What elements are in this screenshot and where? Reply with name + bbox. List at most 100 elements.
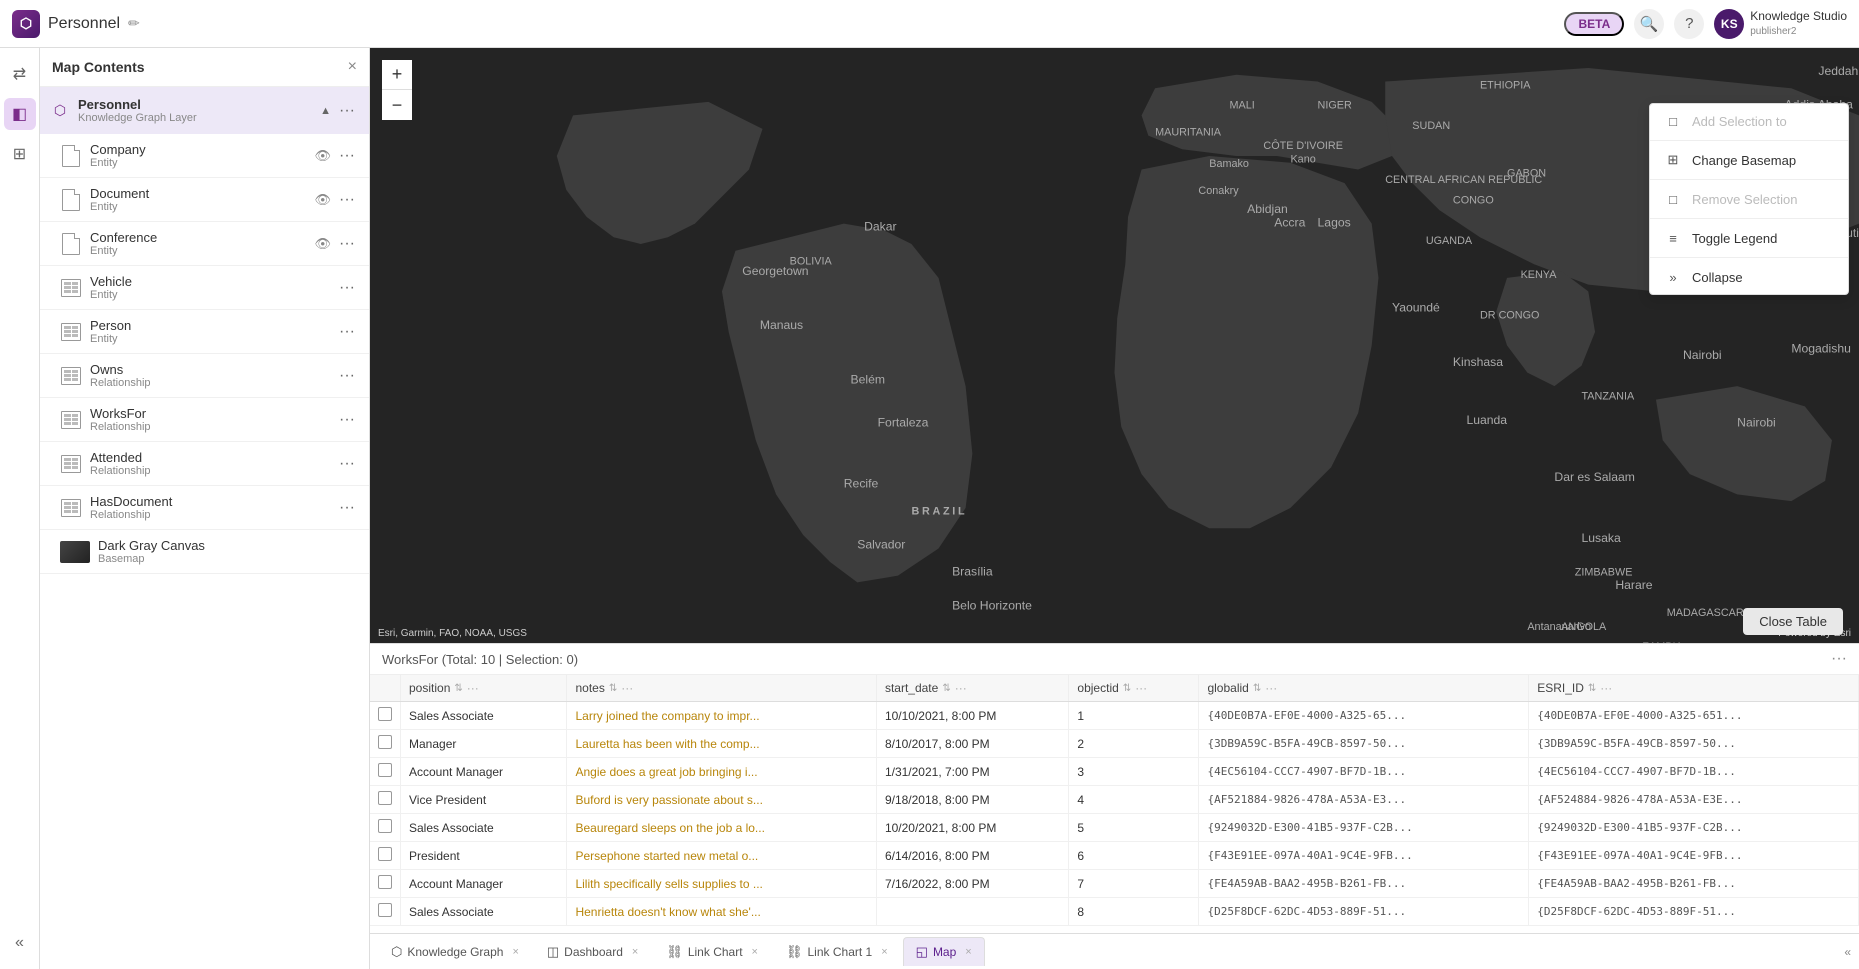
notes-sort-icon[interactable]: ⇅ bbox=[609, 683, 617, 694]
owns-more-button[interactable]: ··· bbox=[335, 365, 359, 387]
cell-objectid: 3 bbox=[1069, 758, 1199, 786]
sidebar-close-button[interactable]: × bbox=[348, 58, 357, 76]
svg-text:Kinshasa: Kinshasa bbox=[1453, 355, 1503, 369]
table-row[interactable]: Account ManagerLilith specifically sells… bbox=[370, 870, 1859, 898]
start_date-sort-icon[interactable]: ⇅ bbox=[942, 683, 950, 694]
esri_id-sort-icon[interactable]: ⇅ bbox=[1588, 683, 1596, 694]
person-more-button[interactable]: ··· bbox=[335, 321, 359, 343]
link-chart-1-tab-close[interactable]: × bbox=[881, 946, 887, 958]
topbar-right: BETA 🔍 ? KS Knowledge Studio publisher2 bbox=[1564, 9, 1847, 39]
knowledge-graph-tab-close[interactable]: × bbox=[512, 946, 518, 958]
table-row[interactable]: Sales AssociateBeauregard sleeps on the … bbox=[370, 814, 1859, 842]
cell-esri_id: {F43E91EE-097A-40A1-9C4E-9FB... bbox=[1529, 842, 1859, 870]
layer-group-more-button[interactable]: ··· bbox=[335, 100, 359, 122]
layers-icon[interactable]: ◧ bbox=[4, 98, 36, 130]
document-visibility-button[interactable]: 👁 bbox=[315, 192, 332, 208]
tab-knowledge-graph[interactable]: ⬡ Knowledge Graph × bbox=[378, 937, 532, 966]
tab-map[interactable]: ◱ Map × bbox=[903, 937, 985, 966]
close-table-button[interactable]: Close Table bbox=[1743, 608, 1843, 635]
beta-button[interactable]: BETA bbox=[1564, 12, 1624, 36]
conference-more-button[interactable]: ··· bbox=[335, 233, 359, 255]
user-badge[interactable]: KS Knowledge Studio publisher2 bbox=[1714, 9, 1847, 39]
table-row[interactable]: Account ManagerAngie does a great job br… bbox=[370, 758, 1859, 786]
hasdocument-more-button[interactable]: ··· bbox=[335, 497, 359, 519]
row-checkbox-4[interactable] bbox=[370, 814, 401, 842]
table-icon[interactable]: ⊞ bbox=[4, 138, 36, 170]
company-more-button[interactable]: ··· bbox=[335, 145, 359, 167]
cell-objectid: 7 bbox=[1069, 870, 1199, 898]
position-col-more[interactable]: ··· bbox=[467, 681, 479, 695]
row-checkbox-0[interactable] bbox=[370, 702, 401, 730]
map-canvas[interactable]: Dakar Georgetown Manaus Belém Fortaleza … bbox=[370, 48, 1859, 643]
svg-text:BRAZIL: BRAZIL bbox=[911, 506, 967, 518]
cell-esri_id: {3DB9A59C-B5FA-49CB-8597-50... bbox=[1529, 730, 1859, 758]
company-visibility-button[interactable]: 👁 bbox=[315, 148, 332, 164]
row-checkbox-5[interactable] bbox=[370, 842, 401, 870]
ctx-collapse[interactable]: » Collapse bbox=[1650, 260, 1848, 294]
collapse-sidebar-icon[interactable]: « bbox=[4, 927, 36, 959]
attended-more-button[interactable]: ··· bbox=[335, 453, 359, 475]
tab-link-chart-1[interactable]: ⛓ Link Chart 1 × bbox=[773, 937, 901, 966]
map-tab-label: Map bbox=[933, 945, 956, 959]
layer-item-hasdocument[interactable]: HasDocument Relationship ··· bbox=[40, 486, 369, 530]
svg-text:DR CONGO: DR CONGO bbox=[1480, 309, 1539, 321]
globalid-sort-icon[interactable]: ⇅ bbox=[1253, 683, 1261, 694]
esri_id-col-more[interactable]: ··· bbox=[1600, 681, 1612, 695]
start_date-col-more[interactable]: ··· bbox=[955, 681, 967, 695]
layer-item-person[interactable]: Person Entity ··· bbox=[40, 310, 369, 354]
svg-text:Belo Horizonte: Belo Horizonte bbox=[952, 598, 1032, 612]
vehicle-more-button[interactable]: ··· bbox=[335, 277, 359, 299]
zoom-in-button[interactable]: + bbox=[382, 60, 412, 90]
table-row[interactable]: Sales AssociateLarry joined the company … bbox=[370, 702, 1859, 730]
layer-item-worksfor[interactable]: WorksFor Relationship ··· bbox=[40, 398, 369, 442]
change-basemap-icon: ⊞ bbox=[1664, 151, 1682, 169]
col-header-globalid: globalid⇅··· bbox=[1199, 675, 1529, 702]
table-more-button[interactable]: ··· bbox=[1831, 650, 1847, 668]
search-button[interactable]: 🔍 bbox=[1634, 9, 1664, 39]
layer-item-attended[interactable]: Attended Relationship ··· bbox=[40, 442, 369, 486]
dashboard-tab-close[interactable]: × bbox=[632, 946, 638, 958]
table-row[interactable]: Vice PresidentBuford is very passionate … bbox=[370, 786, 1859, 814]
layer-item-document[interactable]: Document Entity 👁 ··· bbox=[40, 178, 369, 222]
add-selection-label: Add Selection to bbox=[1692, 114, 1787, 129]
table-row[interactable]: Sales AssociateHenrietta doesn't know wh… bbox=[370, 898, 1859, 926]
link-chart-1-tab-icon: ⛓ bbox=[786, 944, 803, 960]
row-checkbox-3[interactable] bbox=[370, 786, 401, 814]
map-tab-close[interactable]: × bbox=[965, 946, 971, 958]
cell-esri_id: {4EC56104-CCC7-4907-BF7D-1B... bbox=[1529, 758, 1859, 786]
table-row[interactable]: ManagerLauretta has been with the comp..… bbox=[370, 730, 1859, 758]
collapse-panel-button[interactable]: « bbox=[1844, 945, 1851, 959]
network-icon[interactable]: ⇄ bbox=[4, 58, 36, 90]
notes-col-more[interactable]: ··· bbox=[621, 681, 633, 695]
layer-item-vehicle[interactable]: Vehicle Entity ··· bbox=[40, 266, 369, 310]
row-checkbox-6[interactable] bbox=[370, 870, 401, 898]
row-checkbox-7[interactable] bbox=[370, 898, 401, 926]
layer-group-header[interactable]: ⬡ Personnel Knowledge Graph Layer ▲ ··· bbox=[40, 87, 369, 134]
worksfor-more-button[interactable]: ··· bbox=[335, 409, 359, 431]
position-sort-icon[interactable]: ⇅ bbox=[454, 683, 462, 694]
link-chart-tab-close[interactable]: × bbox=[752, 946, 758, 958]
layer-item-conference[interactable]: Conference Entity 👁 ··· bbox=[40, 222, 369, 266]
globalid-col-more[interactable]: ··· bbox=[1265, 681, 1277, 695]
conference-visibility-button[interactable]: 👁 bbox=[315, 236, 332, 252]
table-scroll[interactable]: position⇅···notes⇅···start_date⇅···objec… bbox=[370, 675, 1859, 933]
table-row[interactable]: PresidentPersephone started new metal o.… bbox=[370, 842, 1859, 870]
help-button[interactable]: ? bbox=[1674, 9, 1704, 39]
document-more-button[interactable]: ··· bbox=[335, 189, 359, 211]
tab-dashboard[interactable]: ◫ Dashboard × bbox=[534, 937, 651, 966]
ctx-change-basemap[interactable]: ⊞ Change Basemap bbox=[1650, 143, 1848, 177]
objectid-sort-icon[interactable]: ⇅ bbox=[1123, 683, 1131, 694]
ctx-toggle-legend[interactable]: ≡ Toggle Legend bbox=[1650, 221, 1848, 255]
row-checkbox-1[interactable] bbox=[370, 730, 401, 758]
layer-item-owns[interactable]: Owns Relationship ··· bbox=[40, 354, 369, 398]
row-checkbox-2[interactable] bbox=[370, 758, 401, 786]
edit-icon[interactable]: ✏ bbox=[128, 15, 140, 32]
vehicle-icon bbox=[61, 279, 81, 297]
layer-item-company[interactable]: Company Entity 👁 ··· bbox=[40, 134, 369, 178]
tab-link-chart[interactable]: ⛓ Link Chart × bbox=[653, 937, 771, 966]
objectid-col-more[interactable]: ··· bbox=[1135, 681, 1147, 695]
zoom-out-button[interactable]: − bbox=[382, 90, 412, 120]
svg-text:Bamako: Bamako bbox=[1209, 158, 1249, 170]
chevron-up-icon[interactable]: ▲ bbox=[320, 105, 331, 117]
svg-text:Dar es Salaam: Dar es Salaam bbox=[1554, 470, 1635, 484]
